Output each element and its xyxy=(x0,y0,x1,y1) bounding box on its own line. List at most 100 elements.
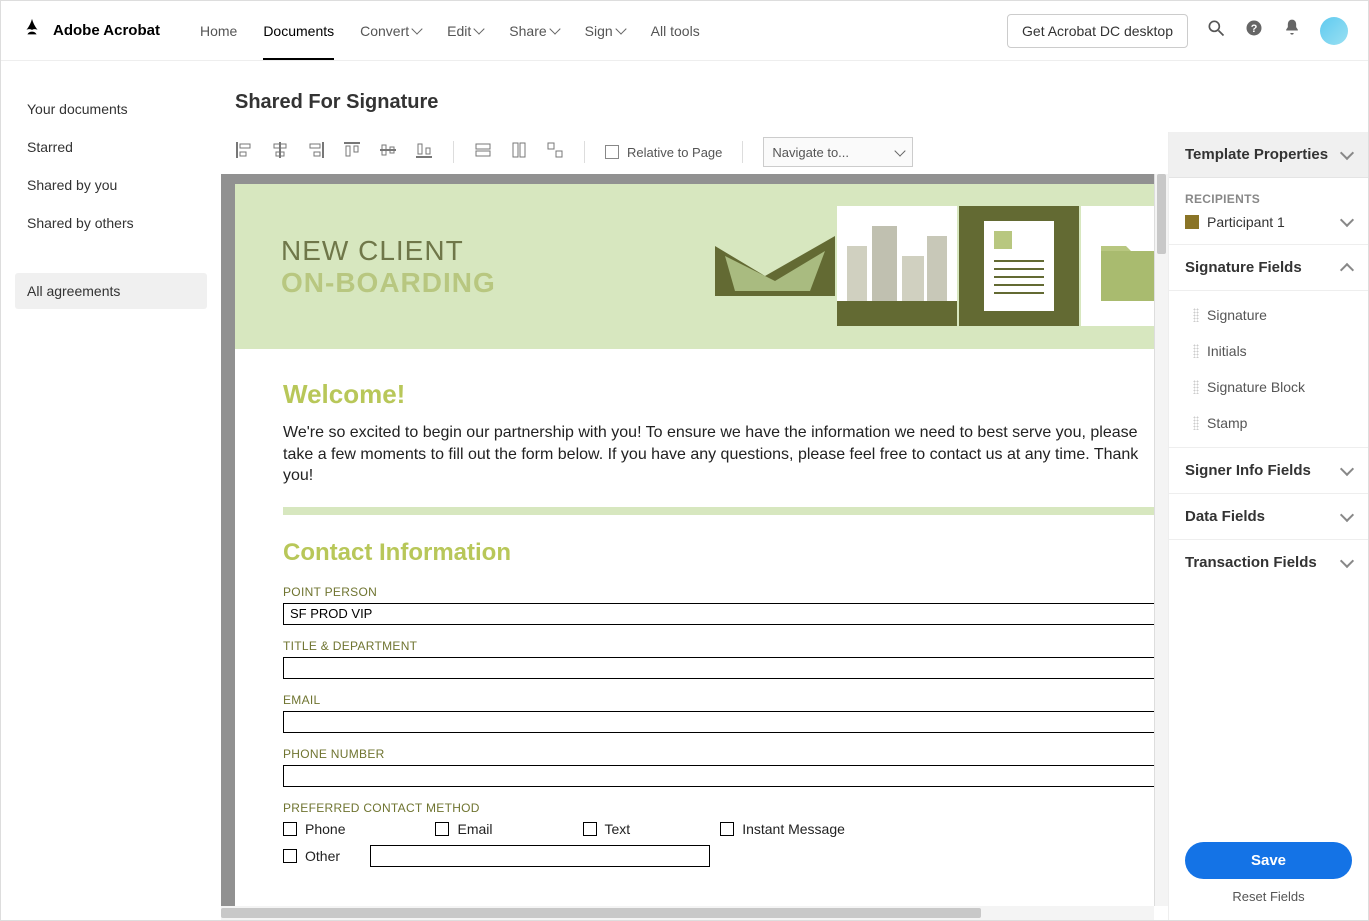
help-icon[interactable]: ? xyxy=(1244,18,1264,43)
sidebar-item-starred[interactable]: Starred xyxy=(15,129,207,165)
transaction-fields-header[interactable]: Transaction Fields xyxy=(1169,540,1368,585)
panel-footer: Save Reset Fields xyxy=(1169,826,1368,920)
checkbox-im[interactable]: Instant Message xyxy=(720,821,845,837)
chevron-down-icon xyxy=(1340,461,1354,475)
logo-area: Adobe Acrobat xyxy=(21,17,160,44)
nav-share[interactable]: Share xyxy=(509,3,558,59)
input-title-dept[interactable] xyxy=(283,657,1154,679)
data-fields-header[interactable]: Data Fields xyxy=(1169,494,1368,540)
document-image xyxy=(959,206,1079,326)
signature-fields-list: Signature Initials Signature Block Stamp xyxy=(1169,291,1368,448)
label-preferred: PREFERRED CONTACT METHOD xyxy=(283,801,1154,815)
nav-sign-label: Sign xyxy=(585,23,613,39)
label-point-person: POINT PERSON xyxy=(283,585,1154,599)
chevron-down-icon xyxy=(1340,145,1354,159)
page-title: Shared For Signature xyxy=(221,61,1368,132)
nav-alltools-label: All tools xyxy=(651,23,700,39)
toolbar-divider xyxy=(742,141,743,163)
label-title-dept: TITLE & DEPARTMENT xyxy=(283,639,1154,653)
relative-to-page-toggle[interactable]: Relative to Page xyxy=(605,145,722,160)
align-center-h-icon[interactable] xyxy=(271,141,289,164)
top-nav: Home Documents Convert Edit Share Sign A… xyxy=(200,3,700,59)
field-signature[interactable]: Signature xyxy=(1169,297,1368,333)
checkbox-text[interactable]: Text xyxy=(583,821,631,837)
cb-im-label: Instant Message xyxy=(742,821,845,837)
nav-all-tools[interactable]: All tools xyxy=(651,3,700,59)
right-panel: Template Properties RECIPIENTS Participa… xyxy=(1168,132,1368,920)
get-desktop-button[interactable]: Get Acrobat DC desktop xyxy=(1007,14,1188,48)
checkbox-phone[interactable]: Phone xyxy=(283,821,345,837)
field-initials[interactable]: Initials xyxy=(1169,333,1368,369)
document-page[interactable]: NEW CLIENT ON-BOARDING xyxy=(235,184,1154,906)
input-email[interactable] xyxy=(283,711,1154,733)
match-width-icon[interactable] xyxy=(474,141,492,164)
recipient-name: Participant 1 xyxy=(1207,214,1285,230)
align-bottom-icon[interactable] xyxy=(415,141,433,164)
checkbox-icon xyxy=(283,849,297,863)
scrollbar-thumb[interactable] xyxy=(1157,174,1166,254)
sidebar-item-your-docs[interactable]: Your documents xyxy=(15,91,207,127)
document-canvas: NEW CLIENT ON-BOARDING xyxy=(221,174,1168,920)
sidebar-item-shared-by-you[interactable]: Shared by you xyxy=(15,167,207,203)
drag-handle-icon xyxy=(1193,344,1199,358)
align-top-icon[interactable] xyxy=(343,141,361,164)
nav-edit-label: Edit xyxy=(447,23,471,39)
signer-info-fields-header[interactable]: Signer Info Fields xyxy=(1169,448,1368,494)
recipient-dropdown[interactable]: Participant 1 xyxy=(1185,214,1352,230)
input-point-person[interactable]: SF PROD VIP xyxy=(283,603,1154,625)
checkbox-icon xyxy=(283,822,297,836)
nav-edit[interactable]: Edit xyxy=(447,3,483,59)
banner-images xyxy=(715,206,1154,326)
save-button[interactable]: Save xyxy=(1185,842,1352,879)
scrollbar-horizontal[interactable] xyxy=(221,906,1154,920)
checkbox-icon xyxy=(605,145,619,159)
input-other[interactable] xyxy=(370,845,710,867)
chevron-down-icon xyxy=(1340,507,1354,521)
nav-sign[interactable]: Sign xyxy=(585,3,625,59)
search-icon[interactable] xyxy=(1206,18,1226,43)
alignment-toolbar: Relative to Page Navigate to... xyxy=(221,132,1168,174)
header-right: Get Acrobat DC desktop ? xyxy=(1007,14,1348,48)
template-properties-header[interactable]: Template Properties xyxy=(1169,132,1368,178)
welcome-heading: Welcome! xyxy=(283,379,1154,410)
field-signature-block[interactable]: Signature Block xyxy=(1169,369,1368,405)
nav-home[interactable]: Home xyxy=(200,3,237,59)
align-left-icon[interactable] xyxy=(235,141,253,164)
left-sidebar: Your documents Starred Shared by you Sha… xyxy=(1,61,221,920)
reset-fields-link[interactable]: Reset Fields xyxy=(1185,889,1352,904)
nav-documents-label: Documents xyxy=(263,23,334,39)
sidebar-item-all-agreements[interactable]: All agreements xyxy=(15,273,207,309)
app-name: Adobe Acrobat xyxy=(53,22,160,39)
bell-icon[interactable] xyxy=(1282,18,1302,43)
checkbox-email[interactable]: Email xyxy=(435,821,492,837)
nav-share-label: Share xyxy=(509,23,546,39)
sidebar-item-shared-by-others[interactable]: Shared by others xyxy=(15,205,207,241)
nav-convert[interactable]: Convert xyxy=(360,3,421,59)
match-both-icon[interactable] xyxy=(546,141,564,164)
center-column: Shared For Signature xyxy=(221,61,1368,920)
navigate-dropdown[interactable]: Navigate to... xyxy=(763,137,913,167)
acrobat-logo-icon xyxy=(21,17,43,44)
welcome-paragraph: We're so excited to begin our partnershi… xyxy=(283,422,1154,487)
nav-documents[interactable]: Documents xyxy=(263,3,334,59)
signer-info-label: Signer Info Fields xyxy=(1185,462,1311,479)
scrollbar-thumb[interactable] xyxy=(221,908,981,918)
align-middle-icon[interactable] xyxy=(379,141,397,164)
main-area: Your documents Starred Shared by you Sha… xyxy=(1,61,1368,920)
input-phone[interactable] xyxy=(283,765,1154,787)
label-phone: PHONE NUMBER xyxy=(283,747,1154,761)
signature-fields-header[interactable]: Signature Fields xyxy=(1169,245,1368,291)
match-height-icon[interactable] xyxy=(510,141,528,164)
checkbox-other[interactable]: Other xyxy=(283,848,340,864)
fld-sigblock-label: Signature Block xyxy=(1207,379,1305,395)
banner-line1: NEW CLIENT xyxy=(281,235,496,267)
cb-text-label: Text xyxy=(605,821,631,837)
recipients-block: RECIPIENTS Participant 1 xyxy=(1169,178,1368,245)
avatar[interactable] xyxy=(1320,17,1348,45)
scrollbar-vertical[interactable] xyxy=(1154,174,1168,906)
field-stamp[interactable]: Stamp xyxy=(1169,405,1368,441)
drag-handle-icon xyxy=(1193,308,1199,322)
cb-other-label: Other xyxy=(305,848,340,864)
chevron-down-icon xyxy=(1340,553,1354,567)
align-right-icon[interactable] xyxy=(307,141,325,164)
